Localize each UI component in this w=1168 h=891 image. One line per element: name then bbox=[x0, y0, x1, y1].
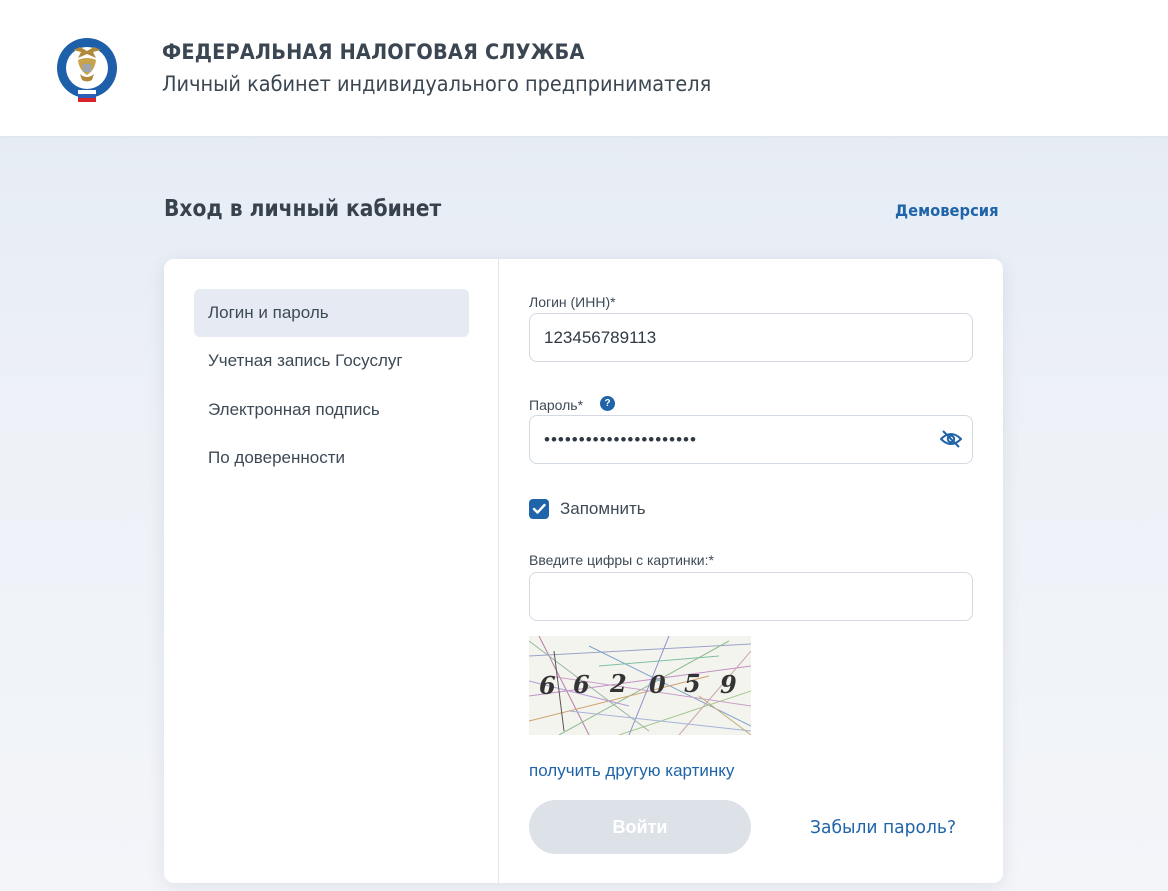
password-input[interactable] bbox=[529, 415, 973, 464]
forgot-password-link[interactable]: Забыли пароль? bbox=[810, 817, 956, 838]
login-label: Логин (ИНН)* bbox=[529, 294, 616, 310]
remember-label[interactable]: Запомнить bbox=[560, 499, 646, 519]
captcha-digit: 6 bbox=[539, 671, 556, 700]
captcha-input[interactable] bbox=[529, 572, 973, 621]
fns-emblem-icon bbox=[57, 38, 117, 102]
method-gosuslugi[interactable]: Учетная запись Госуслуг bbox=[194, 337, 469, 385]
page-title: Вход в личный кабинет bbox=[164, 196, 442, 222]
captcha-digit: 0 bbox=[649, 670, 666, 699]
demo-version-link[interactable]: Демоверсия bbox=[895, 201, 999, 220]
method-electronic-signature[interactable]: Электронная подпись bbox=[194, 386, 469, 434]
eye-slash-icon[interactable] bbox=[940, 430, 962, 448]
captcha-digit: 5 bbox=[684, 669, 701, 698]
check-icon bbox=[532, 503, 546, 514]
captcha-digit: 2 bbox=[609, 669, 627, 698]
captcha-digit: 6 bbox=[573, 670, 590, 699]
captcha-label: Введите цифры с картинки:* bbox=[529, 552, 714, 568]
captcha-refresh-link[interactable]: получить другую картинку bbox=[529, 761, 734, 781]
org-name: ФЕДЕРАЛЬНАЯ НАЛОГОВАЯ СЛУЖБА bbox=[162, 40, 585, 64]
question-icon[interactable]: ? bbox=[600, 396, 615, 411]
remember-checkbox[interactable] bbox=[529, 499, 549, 519]
method-login-password[interactable]: Логин и пароль bbox=[194, 289, 469, 337]
captcha-digit: 9 bbox=[720, 670, 737, 699]
card-divider bbox=[498, 259, 499, 883]
login-input[interactable] bbox=[529, 313, 973, 362]
cabinet-subtitle: Личный кабинет индивидуального предприни… bbox=[162, 72, 712, 96]
header: ФЕДЕРАЛЬНАЯ НАЛОГОВАЯ СЛУЖБА Личный каби… bbox=[0, 0, 1168, 136]
password-label: Пароль* bbox=[529, 397, 584, 413]
method-power-of-attorney[interactable]: По доверенности bbox=[194, 434, 469, 482]
login-button[interactable]: Войти bbox=[529, 800, 751, 854]
captcha-image: 6 6 2 0 5 9 bbox=[529, 636, 751, 735]
login-card: Логин и пароль Учетная запись Госуслуг Э… bbox=[164, 259, 1003, 883]
